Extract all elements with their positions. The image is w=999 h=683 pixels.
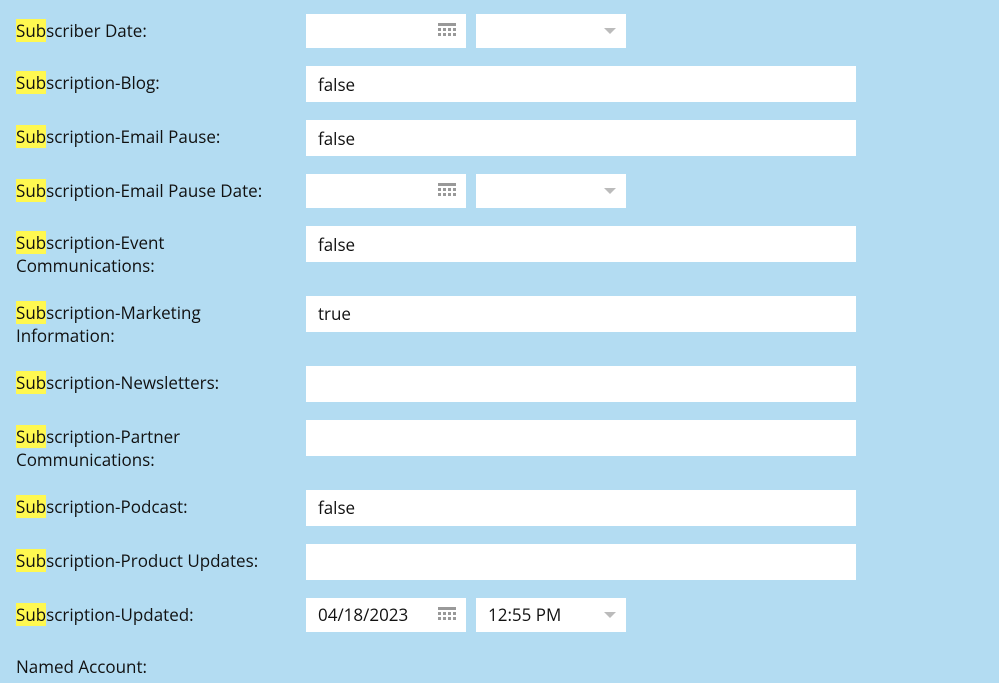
label-text: scription-Blog:	[46, 71, 160, 94]
subscription-email-pause-input[interactable]	[306, 120, 856, 156]
subscription-blog-input[interactable]	[306, 66, 856, 102]
field-row-subscription-email-pause-date: Subscription-Email Pause Date:	[0, 170, 999, 212]
label-subscription-marketing-info: Subscription-Marketing Information:	[16, 296, 306, 348]
label-subscription-partner-comm: Subscription-Partner Communications:	[16, 420, 306, 472]
subscription-marketing-info-input[interactable]	[306, 296, 856, 332]
label-text: Named Account:	[16, 655, 147, 678]
email-pause-date-input[interactable]	[306, 174, 466, 208]
highlight-prefix: Sub	[16, 425, 46, 448]
email-pause-time-input[interactable]	[476, 174, 626, 208]
highlight-prefix: Sub	[16, 179, 46, 202]
calendar-icon	[438, 607, 456, 623]
label-text: scription-Podcast:	[46, 495, 187, 518]
field-row-subscription-event-comm: Subscription-Event Communications:	[0, 222, 999, 282]
subscription-product-updates-input[interactable]	[306, 544, 856, 580]
field-row-named-account: Named Account:	[0, 646, 999, 683]
subscription-newsletters-input[interactable]	[306, 366, 856, 402]
date-value: 04/18/2023	[318, 603, 438, 626]
label-text: scriber Date:	[46, 19, 147, 42]
highlight-prefix: Sub	[16, 495, 46, 518]
highlight-prefix: Sub	[16, 231, 46, 254]
subscription-event-comm-input[interactable]	[306, 226, 856, 262]
subscription-updated-date-input[interactable]: 04/18/2023	[306, 598, 466, 632]
label-subscription-email-pause: Subscription-Email Pause:	[16, 120, 306, 149]
field-row-subscription-podcast: Subscription-Podcast:	[0, 486, 999, 530]
field-row-subscription-updated: Subscription-Updated: 04/18/2023 12:55 P…	[0, 594, 999, 636]
highlight-prefix: Sub	[16, 371, 46, 394]
time-value: 12:55 PM	[488, 603, 598, 626]
subscription-partner-comm-input[interactable]	[306, 420, 856, 456]
calendar-icon	[438, 23, 456, 39]
label-text: scription-Email Pause:	[46, 125, 220, 148]
highlight-prefix: Sub	[16, 549, 46, 572]
caret-down-icon	[604, 188, 616, 194]
subscription-podcast-input[interactable]	[306, 490, 856, 526]
highlight-prefix: Sub	[16, 125, 46, 148]
controls-subscriber-date	[306, 14, 983, 48]
caret-down-icon	[604, 612, 616, 618]
label-text: scription-Product Updates:	[46, 549, 258, 572]
label-text: scription-Newsletters:	[46, 371, 219, 394]
label-subscription-email-pause-date: Subscription-Email Pause Date:	[16, 174, 306, 203]
subscription-updated-time-input[interactable]: 12:55 PM	[476, 598, 626, 632]
label-subscription-product-updates: Subscription-Product Updates:	[16, 544, 306, 573]
field-row-subscription-product-updates: Subscription-Product Updates:	[0, 540, 999, 584]
highlight-prefix: Sub	[16, 71, 46, 94]
label-named-account: Named Account:	[16, 650, 306, 679]
field-row-subscription-blog: Subscription-Blog:	[0, 62, 999, 106]
label-subscription-newsletters: Subscription-Newsletters:	[16, 366, 306, 395]
field-row-subscriber-date: Subscriber Date:	[0, 10, 999, 52]
highlight-prefix: Sub	[16, 603, 46, 626]
field-row-subscription-newsletters: Subscription-Newsletters:	[0, 362, 999, 406]
label-subscription-event-comm: Subscription-Event Communications:	[16, 226, 306, 278]
label-subscription-updated: Subscription-Updated:	[16, 598, 306, 627]
subscriber-date-input[interactable]	[306, 14, 466, 48]
label-text: scription-Updated:	[46, 603, 193, 626]
field-row-subscription-partner-comm: Subscription-Partner Communications:	[0, 416, 999, 476]
label-subscriber-date: Subscriber Date:	[16, 14, 306, 43]
highlight-prefix: Sub	[16, 301, 46, 324]
highlight-prefix: Sub	[16, 19, 46, 42]
label-text: scription-Email Pause Date:	[46, 179, 262, 202]
label-subscription-blog: Subscription-Blog:	[16, 66, 306, 95]
calendar-icon	[438, 183, 456, 199]
caret-down-icon	[604, 28, 616, 34]
subscriber-date-time-input[interactable]	[476, 14, 626, 48]
field-row-subscription-email-pause: Subscription-Email Pause:	[0, 116, 999, 160]
field-row-subscription-marketing-info: Subscription-Marketing Information:	[0, 292, 999, 352]
label-subscription-podcast: Subscription-Podcast:	[16, 490, 306, 519]
